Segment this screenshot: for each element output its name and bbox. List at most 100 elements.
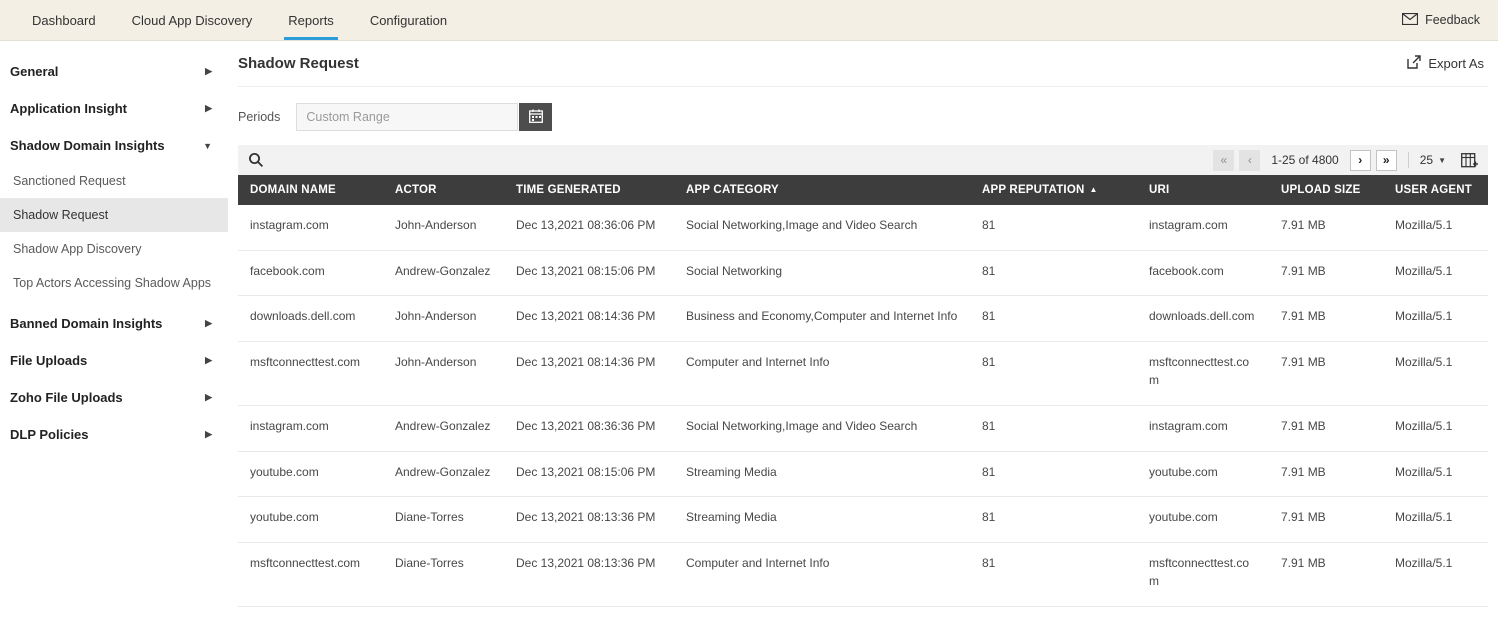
cell-app-reputation: 81	[970, 542, 1137, 606]
sidebar-subitem-top-actors[interactable]: Top Actors Accessing Shadow Apps	[0, 266, 228, 300]
cell-app-category: Social Networking	[674, 250, 970, 296]
cell-actor: Diane-Torres	[383, 542, 504, 606]
column-header-app-category[interactable]: APP CATEGORY	[674, 175, 970, 205]
previous-page-button[interactable]: ‹	[1239, 150, 1260, 171]
cell-user-agent: Mozilla/5.1	[1383, 205, 1488, 250]
sidebar-item-label: Banned Domain Insights	[10, 316, 162, 331]
first-page-button[interactable]: «	[1213, 150, 1234, 171]
page-size-value: 25	[1420, 153, 1433, 167]
table-row[interactable]: msftconnecttest.comDiane-TorresDec 13,20…	[238, 542, 1488, 606]
sidebar-item-dlp-policies[interactable]: DLP Policies ▶	[0, 416, 228, 453]
column-header-domain-name[interactable]: DOMAIN NAME	[238, 175, 383, 205]
cell-domain-name: instagram.com	[238, 405, 383, 451]
sidebar-item-label: Zoho File Uploads	[10, 390, 123, 405]
cell-domain-name: msftconnecttest.com	[238, 542, 383, 606]
cell-user-agent: Mozilla/5.1	[1383, 341, 1488, 405]
sidebar-subitem-sanctioned-request[interactable]: Sanctioned Request	[0, 164, 228, 198]
search-icon[interactable]	[246, 150, 266, 170]
reports-sidebar: General ▶ Application Insight ▶ Shadow D…	[0, 41, 228, 626]
pagination: « ‹ 1-25 of 4800 › » 25 ▼	[1213, 150, 1480, 171]
cell-user-agent: Mozilla/5.1	[1383, 497, 1488, 543]
cell-uri: youtube.com	[1137, 451, 1269, 497]
column-header-label: TIME GENERATED	[516, 184, 621, 196]
cell-app-reputation: 81	[970, 296, 1137, 342]
table-row[interactable]: msftconnecttest.comJohn-AndersonDec 13,2…	[238, 341, 1488, 405]
cell-time-generated: Dec 13,2021 08:36:06 PM	[504, 205, 674, 250]
sidebar-item-label: Application Insight	[10, 101, 127, 116]
cell-upload-size: 7.91 MB	[1269, 542, 1383, 606]
chevron-right-icon: ▶	[205, 318, 212, 329]
table-row[interactable]: youtube.comAndrew-GonzalezDec 13,2021 08…	[238, 451, 1488, 497]
table-row[interactable]: facebook.comAndrew-GonzalezDec 13,2021 0…	[238, 250, 1488, 296]
nav-tab-cloud-app-discovery[interactable]: Cloud App Discovery	[114, 0, 271, 40]
cell-app-category: Social Networking,Image and Video Search	[674, 205, 970, 250]
cell-uri: instagram.com	[1137, 205, 1269, 250]
chevron-right-icon: ▶	[205, 392, 212, 403]
cell-app-reputation: 81	[970, 205, 1137, 250]
column-header-label: UPLOAD SIZE	[1281, 184, 1361, 196]
chevron-right-icon: ▶	[205, 355, 212, 366]
sidebar-subitem-shadow-app-discovery[interactable]: Shadow App Discovery	[0, 232, 228, 266]
period-range-input[interactable]	[296, 103, 518, 131]
cell-uri: downloads.dell.com	[1137, 296, 1269, 342]
chevron-right-icon: ▶	[205, 103, 212, 114]
sidebar-item-shadow-domain-insights[interactable]: Shadow Domain Insights ▼	[0, 127, 228, 164]
table-toolbar: « ‹ 1-25 of 4800 › » 25 ▼	[238, 145, 1488, 175]
table-row[interactable]: youtube.comDiane-TorresDec 13,2021 08:13…	[238, 497, 1488, 543]
chevron-right-icon: ▶	[205, 429, 212, 440]
column-header-label: APP REPUTATION	[982, 184, 1084, 196]
export-as-button[interactable]: Export As	[1407, 55, 1488, 72]
calendar-button[interactable]	[519, 103, 552, 131]
periods-label: Periods	[238, 110, 280, 124]
column-header-uri[interactable]: URI	[1137, 175, 1269, 205]
table-row[interactable]: downloads.dell.comJohn-AndersonDec 13,20…	[238, 296, 1488, 342]
toolbar-divider	[1408, 152, 1409, 168]
sidebar-item-label: General	[10, 64, 58, 79]
cell-time-generated: Dec 13,2021 08:15:06 PM	[504, 250, 674, 296]
nav-tab-dashboard[interactable]: Dashboard	[14, 0, 114, 40]
feedback-button[interactable]: Feedback	[1384, 0, 1498, 40]
column-header-upload-size[interactable]: UPLOAD SIZE	[1269, 175, 1383, 205]
caret-down-icon: ▼	[1438, 156, 1446, 165]
nav-tab-reports[interactable]: Reports	[270, 0, 352, 40]
sidebar-subitem-shadow-request[interactable]: Shadow Request	[0, 198, 228, 232]
column-header-app-reputation[interactable]: APP REPUTATION▲	[970, 175, 1137, 205]
column-header-actor[interactable]: ACTOR	[383, 175, 504, 205]
periods-row: Periods	[238, 103, 1488, 131]
cell-domain-name: youtube.com	[238, 451, 383, 497]
cell-domain-name: instagram.com	[238, 205, 383, 250]
cell-actor: Andrew-Gonzalez	[383, 405, 504, 451]
sidebar-item-zoho-file-uploads[interactable]: Zoho File Uploads ▶	[0, 379, 228, 416]
sidebar-item-label: Shadow Domain Insights	[10, 138, 165, 153]
cell-uri: instagram.com	[1137, 405, 1269, 451]
cell-actor: Andrew-Gonzalez	[383, 451, 504, 497]
cell-app-category: Streaming Media	[674, 497, 970, 543]
sidebar-item-general[interactable]: General ▶	[0, 53, 228, 90]
envelope-icon	[1402, 13, 1418, 28]
chevron-down-icon: ▼	[203, 141, 212, 151]
column-header-user-agent[interactable]: USER AGENT	[1383, 175, 1488, 205]
last-page-button[interactable]: »	[1376, 150, 1397, 171]
cell-app-category: Streaming Media	[674, 451, 970, 497]
page-size-dropdown[interactable]: 25 ▼	[1420, 153, 1446, 167]
nav-tab-configuration[interactable]: Configuration	[352, 0, 465, 40]
cell-upload-size: 7.91 MB	[1269, 296, 1383, 342]
column-header-label: APP CATEGORY	[686, 184, 779, 196]
cell-app-category: Computer and Internet Info	[674, 542, 970, 606]
cell-domain-name: facebook.com	[238, 250, 383, 296]
column-header-time-generated[interactable]: TIME GENERATED	[504, 175, 674, 205]
sidebar-item-application-insight[interactable]: Application Insight ▶	[0, 90, 228, 127]
sidebar-item-banned-domain-insights[interactable]: Banned Domain Insights ▶	[0, 305, 228, 342]
top-navigation: Dashboard Cloud App Discovery Reports Co…	[0, 0, 1498, 41]
table-row[interactable]: instagram.comAndrew-GonzalezDec 13,2021 …	[238, 405, 1488, 451]
cell-app-reputation: 81	[970, 405, 1137, 451]
cell-user-agent: Mozilla/5.1	[1383, 250, 1488, 296]
table-row[interactable]: instagram.comJohn-AndersonDec 13,2021 08…	[238, 205, 1488, 250]
column-chooser-icon[interactable]	[1459, 151, 1480, 170]
sidebar-item-file-uploads[interactable]: File Uploads ▶	[0, 342, 228, 379]
export-icon	[1407, 55, 1421, 72]
cell-actor: John-Anderson	[383, 296, 504, 342]
page-body: General ▶ Application Insight ▶ Shadow D…	[0, 41, 1498, 626]
next-page-button[interactable]: ›	[1350, 150, 1371, 171]
shadow-domain-insights-submenu: Sanctioned Request Shadow Request Shadow…	[0, 164, 228, 305]
